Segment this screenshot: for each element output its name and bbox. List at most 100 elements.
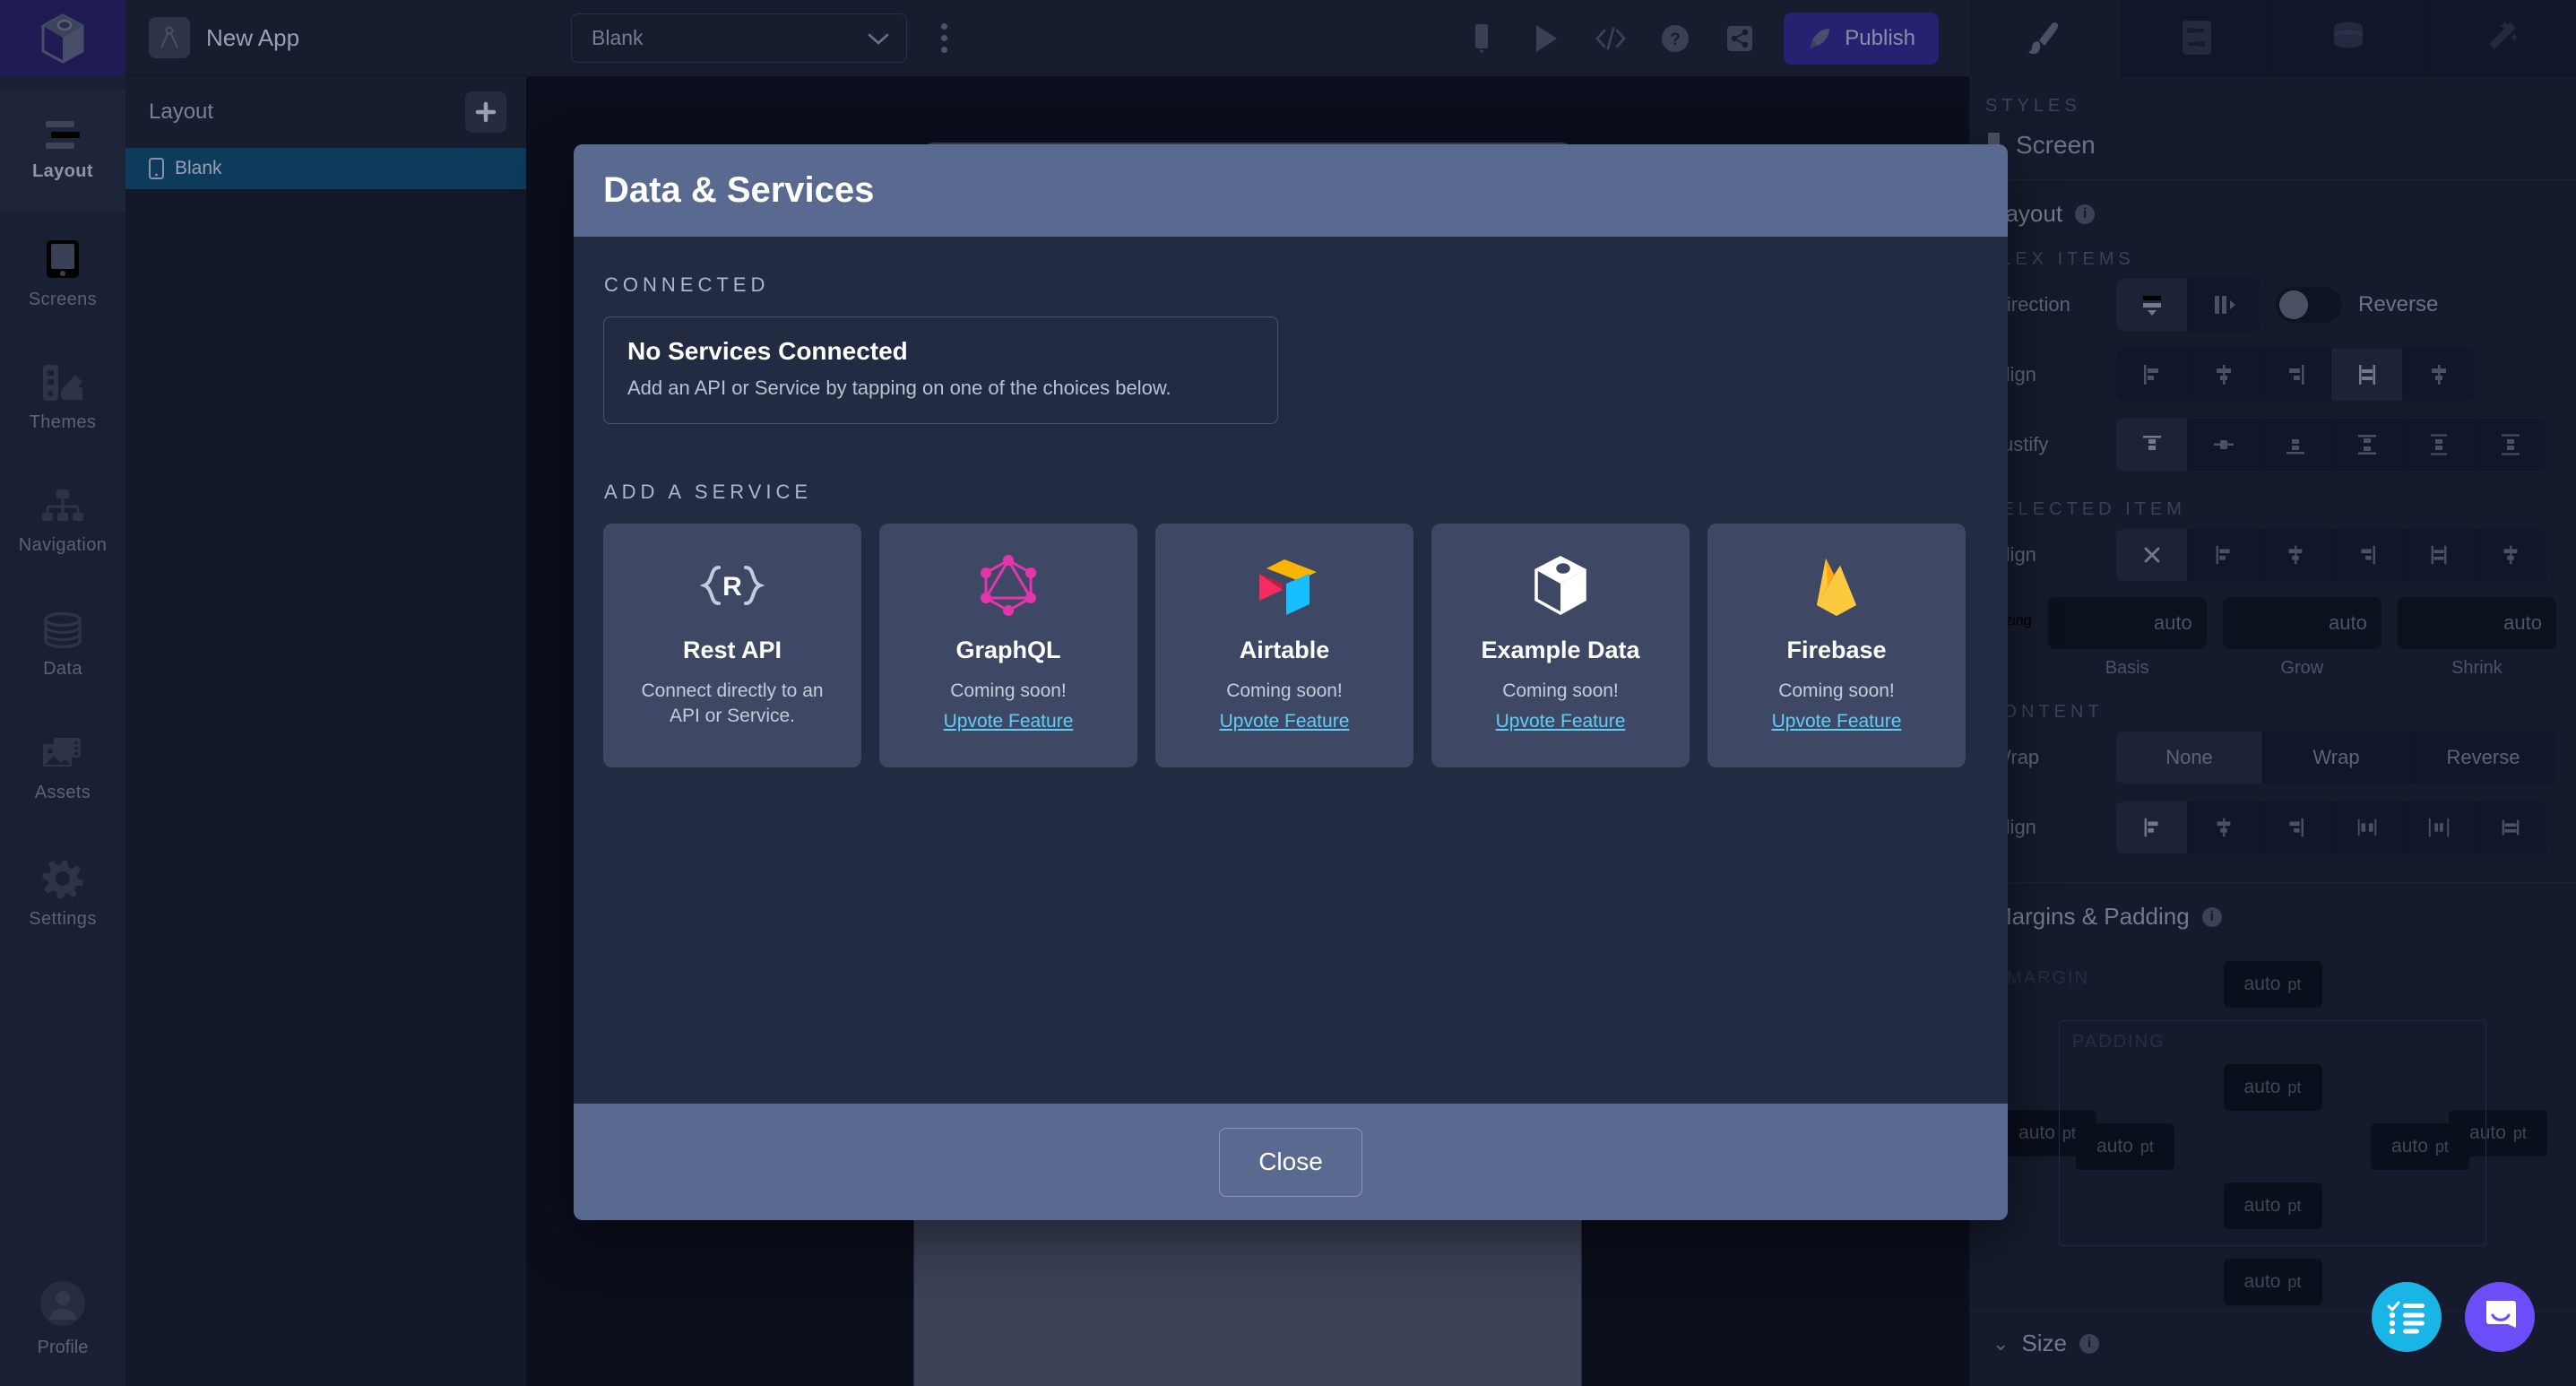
compass-icon	[160, 26, 178, 48]
align-center-option[interactable]	[2188, 349, 2260, 401]
margin-top-input[interactable]: auto pt	[2223, 961, 2322, 1008]
padding-bottom-input[interactable]: auto pt	[2223, 1182, 2322, 1229]
shrink-input[interactable]: auto	[2397, 597, 2556, 649]
padding-top-input[interactable]: auto pt	[2223, 1064, 2322, 1111]
add-service-section-label: ADD A SERVICE	[604, 481, 813, 503]
tab-data[interactable]	[2272, 0, 2425, 76]
code-icon[interactable]	[1590, 18, 1631, 59]
layout-group-header[interactable]: Layout i	[1969, 179, 2576, 240]
padding-left-input[interactable]: auto pt	[2076, 1123, 2174, 1170]
flex-align-row: Align	[1969, 340, 2576, 410]
selected-align-start-option[interactable]	[2188, 529, 2260, 581]
service-card-airtable[interactable]: Airtable Coming soon! Upvote Feature	[1155, 524, 1413, 767]
wrap-reverse-option[interactable]: Reverse	[2410, 732, 2556, 784]
selected-align-center-option[interactable]	[2260, 529, 2331, 581]
shrink-caption: Shrink	[2451, 658, 2503, 678]
align-baseline-option[interactable]	[2403, 349, 2475, 401]
info-icon[interactable]: i	[2079, 1333, 2100, 1354]
device-icon	[1475, 23, 1489, 53]
add-layer-button[interactable]	[465, 91, 506, 133]
content-align-stretch-option[interactable]	[2475, 801, 2546, 853]
sidebar-item-navigation[interactable]: Navigation	[0, 460, 125, 584]
selected-align-none-option[interactable]	[2116, 529, 2188, 581]
unit-label: pt	[2512, 1123, 2527, 1142]
wrap-label: Wrap	[1993, 746, 2040, 768]
service-card-firebase[interactable]: Firebase Coming soon! Upvote Feature	[1707, 524, 1966, 767]
justify-start-option[interactable]	[2116, 419, 2188, 471]
direction-column-option[interactable]	[2116, 279, 2188, 331]
intercom-chat-fab[interactable]	[2465, 1282, 2535, 1352]
justify-evenly-option[interactable]	[2475, 419, 2546, 471]
selected-align-baseline-option[interactable]	[2475, 529, 2546, 581]
close-button[interactable]: Close	[1219, 1127, 1362, 1197]
sidebar-item-themes[interactable]: Themes	[0, 336, 125, 460]
padding-top-value: auto	[2243, 1077, 2281, 1097]
direction-row-option[interactable]	[2188, 279, 2260, 331]
selected-screen-row[interactable]: Screen	[1969, 117, 2576, 179]
align-end-option[interactable]	[2260, 349, 2331, 401]
align-stretch-option[interactable]	[2331, 349, 2403, 401]
sidebar-item-layout[interactable]: Layout	[0, 89, 125, 212]
justify-around-icon	[2430, 434, 2447, 455]
tab-styles[interactable]	[1969, 0, 2121, 76]
padding-right-input[interactable]: auto pt	[2371, 1123, 2469, 1170]
play-icon[interactable]	[1526, 18, 1567, 59]
upvote-feature-link[interactable]: Upvote Feature	[944, 711, 1074, 732]
reverse-toggle[interactable]	[2276, 287, 2342, 323]
padding-bottom-wrap: auto pt	[2076, 1182, 2469, 1229]
service-card-desc: Coming soon!	[950, 680, 1067, 701]
device-preview-icon[interactable]	[1461, 18, 1502, 59]
service-card-graphql[interactable]: GraphQL Coming soon! Upvote Feature	[879, 524, 1137, 767]
justify-around-option[interactable]	[2403, 419, 2475, 471]
screen-select[interactable]: Blank	[571, 13, 907, 63]
justify-center-option[interactable]	[2188, 419, 2260, 471]
info-icon[interactable]: i	[2201, 906, 2222, 927]
selected-align-row: Align	[1969, 520, 2576, 590]
margins-padding-group-header[interactable]: Margins & Padding i	[1969, 882, 2576, 943]
rail-items: Layout Screens Themes Navigation Data As…	[0, 76, 125, 955]
justify-end-option[interactable]	[2260, 419, 2331, 471]
content-align-center-option[interactable]	[2188, 801, 2260, 853]
justify-evenly-icon	[2502, 434, 2520, 455]
content-align-end-option[interactable]	[2260, 801, 2331, 853]
content-align-between-option[interactable]	[2331, 801, 2403, 853]
checklist-fab[interactable]	[2372, 1282, 2442, 1352]
content-align-start-option[interactable]	[2116, 801, 2188, 853]
service-card-rest-api[interactable]: R Rest API Connect directly to an API or…	[603, 524, 861, 767]
more-vertical-icon[interactable]	[941, 23, 947, 53]
wrap-none-option[interactable]: None	[2116, 732, 2263, 784]
no-services-subtitle: Add an API or Service by tapping on one …	[627, 377, 1171, 399]
upvote-feature-link[interactable]: Upvote Feature	[1496, 711, 1626, 732]
content-align-around-option[interactable]	[2403, 801, 2475, 853]
margin-bottom-input[interactable]: auto pt	[2223, 1259, 2322, 1305]
list-item[interactable]: Blank	[125, 148, 526, 189]
sidebar-item-screens[interactable]: Screens	[0, 212, 125, 336]
sidebar-item-profile[interactable]: Profile	[0, 1252, 125, 1386]
basis-input[interactable]: auto	[2047, 597, 2207, 649]
publish-button[interactable]: Publish	[1784, 12, 1939, 65]
upvote-feature-link[interactable]: Upvote Feature	[1772, 711, 1902, 732]
wrap-wrap-option[interactable]: Wrap	[2263, 732, 2410, 784]
info-icon[interactable]: i	[2075, 204, 2096, 224]
sidebar-item-assets[interactable]: Assets	[0, 707, 125, 831]
service-card-example-data[interactable]: Example Data Coming soon! Upvote Feature	[1431, 524, 1690, 767]
kebab-dot	[941, 47, 947, 53]
tab-magic[interactable]	[2424, 0, 2576, 76]
tab-settings[interactable]	[2120, 0, 2272, 76]
help-circle-icon[interactable]: ?	[1655, 18, 1696, 59]
justify-between-option[interactable]	[2331, 419, 2403, 471]
service-cards: R Rest API Connect directly to an API or…	[603, 524, 1978, 767]
align-start-option[interactable]	[2116, 349, 2188, 401]
margin-left-value: auto	[2018, 1122, 2055, 1143]
align-end-icon	[2288, 365, 2304, 385]
sidebar-item-settings[interactable]: Settings	[0, 831, 125, 955]
compass-app-icon[interactable]	[149, 17, 190, 58]
app-logo[interactable]	[0, 0, 125, 76]
sidebar-item-data[interactable]: Data	[0, 584, 125, 707]
share-icon[interactable]	[1719, 18, 1760, 59]
flex-items-label: FLEX ITEMS	[1985, 249, 2135, 269]
selected-align-stretch-option[interactable]	[2403, 529, 2475, 581]
upvote-feature-link[interactable]: Upvote Feature	[1220, 711, 1350, 732]
grow-input[interactable]: auto	[2222, 597, 2382, 649]
selected-align-end-option[interactable]	[2331, 529, 2403, 581]
